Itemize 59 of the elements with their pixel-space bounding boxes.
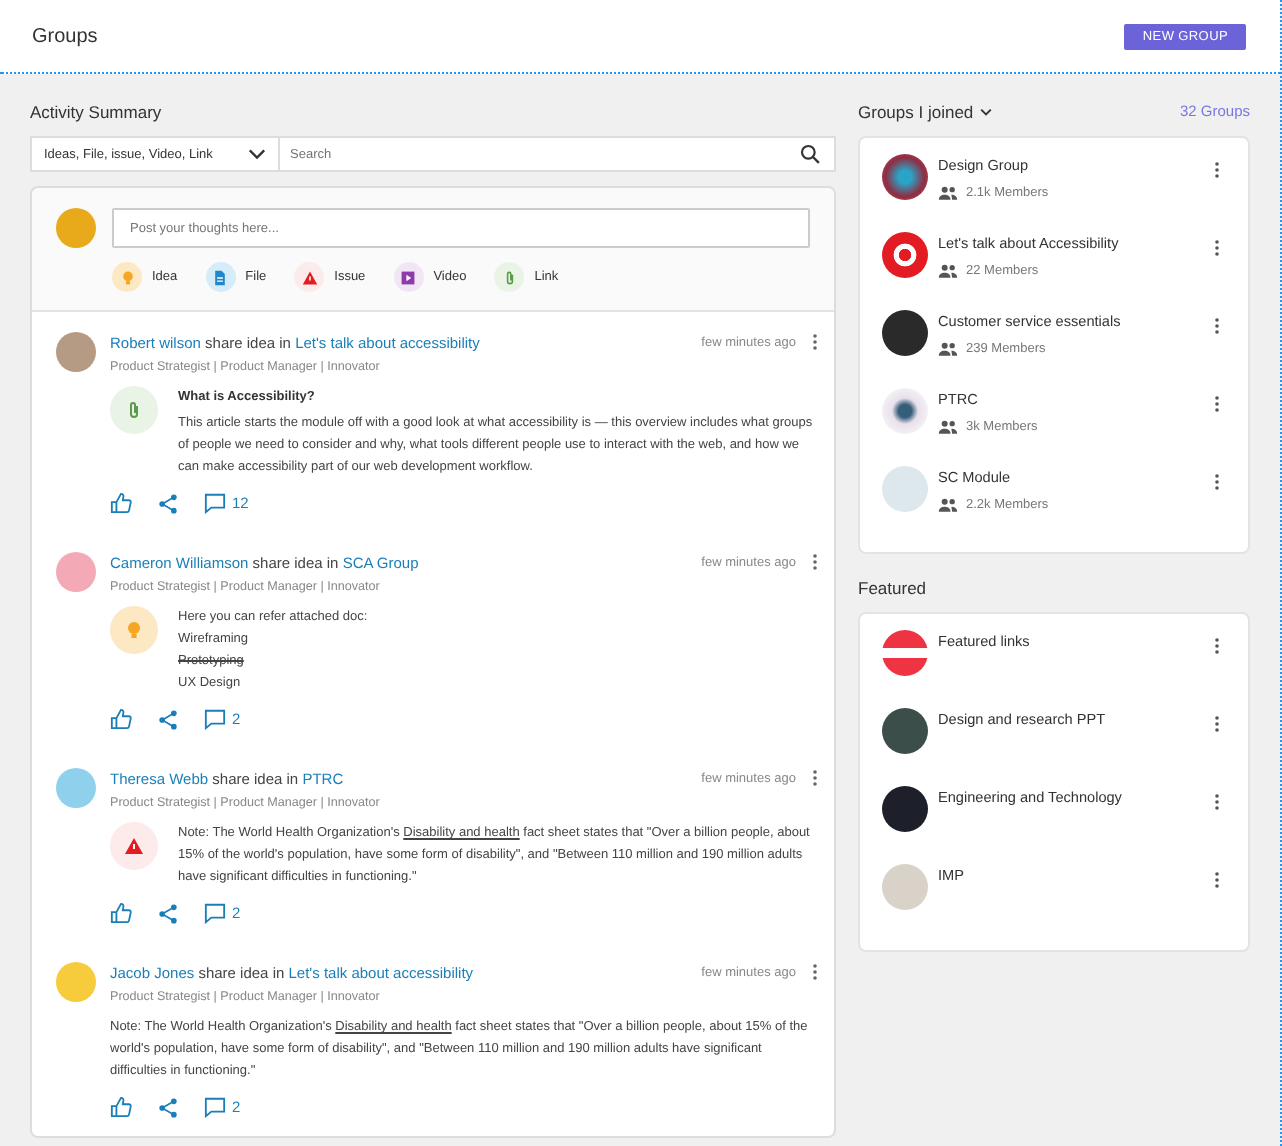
more-options-icon[interactable] (812, 962, 818, 982)
post-type-icon (110, 386, 158, 434)
comment-icon (204, 708, 226, 730)
author-avatar (56, 768, 96, 808)
more-options-icon[interactable] (812, 768, 818, 788)
comment-icon (204, 902, 226, 924)
chevron-down-icon (979, 107, 992, 115)
more-options-icon[interactable] (1214, 238, 1220, 258)
like-icon[interactable] (110, 708, 132, 730)
post-type-icon (205, 262, 236, 292)
group-avatar (882, 232, 928, 278)
more-options-icon[interactable] (1214, 792, 1220, 812)
groups-joined-dropdown[interactable]: Groups I joined (858, 101, 992, 121)
featured-thumbnail (882, 630, 928, 676)
post-type-icon (294, 262, 325, 292)
more-options-icon[interactable] (1214, 316, 1220, 336)
user-avatar (56, 208, 96, 248)
share-icon[interactable] (158, 1097, 178, 1117)
more-options-icon[interactable] (1214, 870, 1220, 890)
like-icon[interactable] (110, 492, 132, 514)
people-icon (938, 264, 958, 278)
search-icon (800, 144, 820, 164)
more-options-icon[interactable] (812, 332, 818, 352)
featured-thumbnail (882, 864, 928, 910)
share-icon[interactable] (158, 709, 178, 729)
group-avatar (882, 310, 928, 356)
post-type-icon (494, 262, 525, 292)
post-type-icon (393, 262, 424, 292)
section-title: Featured (858, 577, 927, 597)
more-options-icon[interactable] (1214, 472, 1220, 492)
post-type-icon (110, 606, 158, 654)
share-icon[interactable] (158, 493, 178, 513)
people-icon (938, 498, 958, 512)
people-icon (938, 420, 958, 434)
more-options-icon[interactable] (1214, 636, 1220, 656)
like-icon[interactable] (110, 902, 132, 924)
author-avatar (56, 552, 96, 592)
post-type-icon (110, 822, 158, 870)
like-icon[interactable] (110, 1096, 132, 1118)
more-options-icon[interactable] (1214, 394, 1220, 414)
group-avatar (882, 388, 928, 434)
comment-icon (204, 1096, 226, 1118)
featured-thumbnail (882, 786, 928, 832)
featured-thumbnail (882, 708, 928, 754)
group-avatar (882, 154, 928, 200)
people-icon (938, 342, 958, 356)
comment-icon (204, 492, 226, 514)
group-avatar (882, 466, 928, 512)
people-icon (938, 186, 958, 200)
author-avatar (56, 332, 96, 372)
page-title: Groups (32, 25, 98, 47)
post-type-icon (112, 262, 142, 292)
author-avatar (56, 962, 96, 1002)
more-options-icon[interactable] (1214, 714, 1220, 734)
share-icon[interactable] (158, 903, 178, 923)
more-options-icon[interactable] (812, 552, 818, 572)
section-title: Activity Summary (30, 101, 162, 121)
chevron-down-icon (248, 148, 266, 160)
more-options-icon[interactable] (1214, 160, 1220, 180)
